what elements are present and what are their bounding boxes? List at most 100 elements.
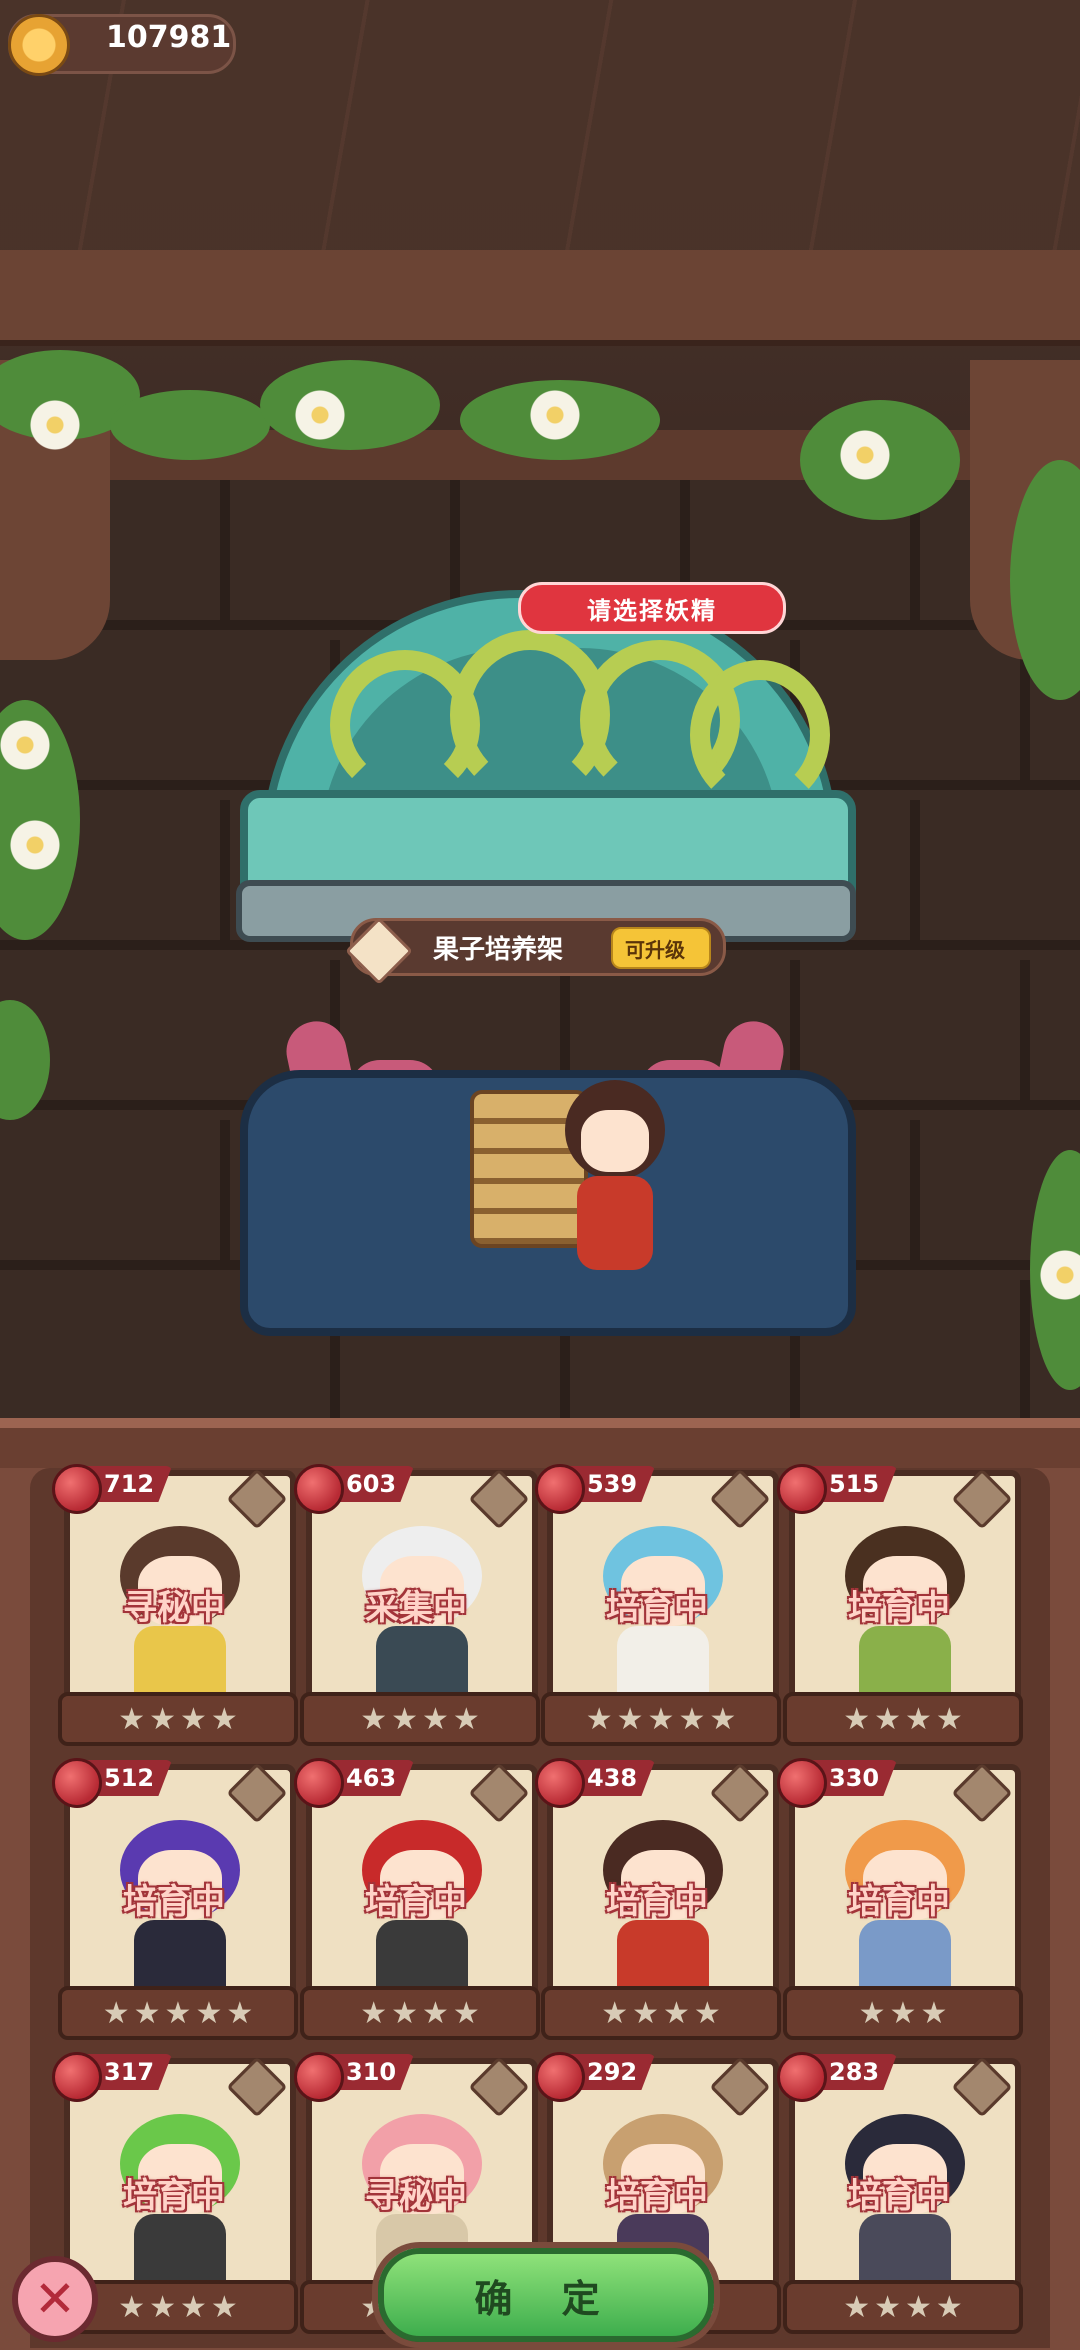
star-icon: ★	[360, 1701, 388, 1737]
star-icon: ★	[210, 2289, 238, 2325]
apple-icon	[294, 1464, 344, 1514]
apple-icon	[535, 2052, 585, 2102]
star-icon: ★	[149, 2289, 176, 2325]
sprite-card[interactable]: 539 培育中 ★ ★ ★ ★ ★	[535, 1464, 781, 1746]
star-icon: ★	[226, 1995, 254, 2031]
star-rating: ★★★★	[783, 1692, 1023, 1746]
star-rating: ★ ★ ★ ★ ★	[58, 1986, 298, 2040]
star-icon: ★	[118, 1701, 146, 1737]
sprite-card[interactable]: 283 培育中 ★ ★ ★ ★	[777, 2052, 1023, 2334]
star-icon: ★	[391, 1995, 418, 2031]
sprite-status: 培育中	[606, 1588, 708, 1628]
apple-icon	[294, 1758, 344, 1808]
star-icon: ★	[601, 1995, 629, 2031]
flower-icon	[0, 720, 50, 770]
star-icon: ★	[920, 1995, 948, 2031]
apple-icon	[535, 1758, 585, 1808]
sprite-card[interactable]: 512 培育中 ★ ★ ★ ★ ★	[52, 1758, 298, 2040]
star-icon: ★	[585, 1701, 613, 1737]
apple-icon	[777, 2052, 827, 2102]
star-icon: ★	[843, 1701, 871, 1737]
apple-icon	[777, 1464, 827, 1514]
star-icon: ★	[422, 1701, 449, 1737]
flower-icon	[30, 400, 80, 450]
apple-icon	[535, 1464, 585, 1514]
upgrade-badge[interactable]: 可升级	[611, 927, 711, 969]
sprite-card[interactable]: 463 培育中 ★ ★ ★ ★	[294, 1758, 540, 2040]
star-icon: ★	[149, 1701, 176, 1737]
sprite-status: 寻秘中	[123, 1588, 225, 1628]
star-icon: ★	[905, 2289, 932, 2325]
star-rating: ★ ★ ★	[783, 1986, 1023, 2040]
shelf-name-bar[interactable]: 果子培养架 可升级	[345, 917, 726, 985]
star-icon: ★	[935, 2289, 963, 2325]
sprite-status: 培育中	[848, 2176, 950, 2216]
star-icon: ★	[452, 1995, 480, 2031]
currency-value: 107981	[106, 20, 232, 55]
sprite-status: 培育中	[365, 1882, 467, 1922]
star-icon: ★	[118, 2289, 146, 2325]
sprite-status: 寻秘中	[365, 2176, 467, 2216]
sprite-status: 培育中	[848, 1588, 950, 1628]
flower-icon	[10, 820, 60, 870]
star-icon: ★	[889, 1995, 917, 2031]
star-icon: ★	[195, 1995, 223, 2031]
star-icon: ★	[422, 1995, 449, 2031]
apple-icon	[52, 2052, 102, 2102]
star-rating: ★★★★	[541, 1986, 781, 2040]
star-rating: ★ ★ ★ ★ ★	[541, 1692, 781, 1746]
sprite-on-nest	[555, 1080, 675, 1270]
star-icon: ★	[133, 1995, 161, 2031]
star-rating: ★★★★	[783, 2280, 1023, 2334]
star-icon: ★	[632, 1995, 659, 2031]
apple-icon	[52, 1464, 102, 1514]
sprite-status: 培育中	[123, 1882, 225, 1922]
vine-leaf	[110, 390, 270, 460]
sprite-status: 培育中	[606, 1882, 708, 1922]
sprite-card[interactable]: 712 寻秘中 ★ ★ ★ ★	[52, 1464, 298, 1746]
star-icon: ★	[164, 1995, 192, 2031]
star-icon: ★	[180, 2289, 207, 2325]
coral-nest[interactable]	[240, 1000, 856, 1340]
shelf-scene: 请选择妖精 果子培养架 可升级	[0, 0, 1080, 1420]
vine-tendril	[690, 660, 830, 810]
apple-icon	[294, 2052, 344, 2102]
sprite-card[interactable]: 330 培育中 ★ ★ ★	[777, 1758, 1023, 2040]
star-icon: ★	[709, 1701, 737, 1737]
sprite-status: 培育中	[606, 2176, 708, 2216]
flower-icon	[1040, 1250, 1080, 1300]
flower-icon	[530, 390, 580, 440]
ceiling-beam	[0, 250, 1080, 340]
star-icon: ★	[874, 1701, 901, 1737]
star-icon: ★	[180, 1701, 207, 1737]
star-icon: ★	[210, 1701, 238, 1737]
star-icon: ★	[663, 1995, 690, 2031]
star-icon: ★	[905, 1701, 932, 1737]
confirm-button[interactable]: 确 定	[378, 2248, 714, 2342]
star-icon: ★	[693, 1995, 721, 2031]
select-sprite-hint: 请选择妖精	[518, 582, 786, 634]
vine-leaf	[260, 360, 440, 450]
star-icon: ★	[102, 1995, 130, 2031]
star-icon: ★	[452, 1701, 480, 1737]
star-rating: ★★★★	[300, 1692, 540, 1746]
star-icon: ★	[678, 1701, 706, 1737]
sprite-status: 培育中	[123, 2176, 225, 2216]
sprite-status: 采集中	[365, 1588, 467, 1628]
star-icon: ★	[843, 2289, 871, 2325]
sprite-card[interactable]: 603 采集中 ★ ★ ★ ★	[294, 1464, 540, 1746]
sprite-card[interactable]: 438 培育中 ★ ★ ★ ★	[535, 1758, 781, 2040]
flower-icon	[840, 430, 890, 480]
sprite-status: 培育中	[848, 1882, 950, 1922]
star-rating: ★★★★	[58, 1692, 298, 1746]
sprite-card[interactable]: 515 培育中 ★ ★ ★ ★	[777, 1464, 1023, 1746]
star-icon: ★	[391, 1701, 418, 1737]
crown-coin-icon	[8, 14, 70, 76]
star-rating: ★★★★	[300, 1986, 540, 2040]
apple-icon	[777, 1758, 827, 1808]
star-icon: ★	[616, 1701, 644, 1737]
apple-icon	[52, 1758, 102, 1808]
close-button[interactable]: ✕	[12, 2256, 98, 2342]
star-icon: ★	[858, 1995, 886, 2031]
flower-icon	[295, 390, 345, 440]
